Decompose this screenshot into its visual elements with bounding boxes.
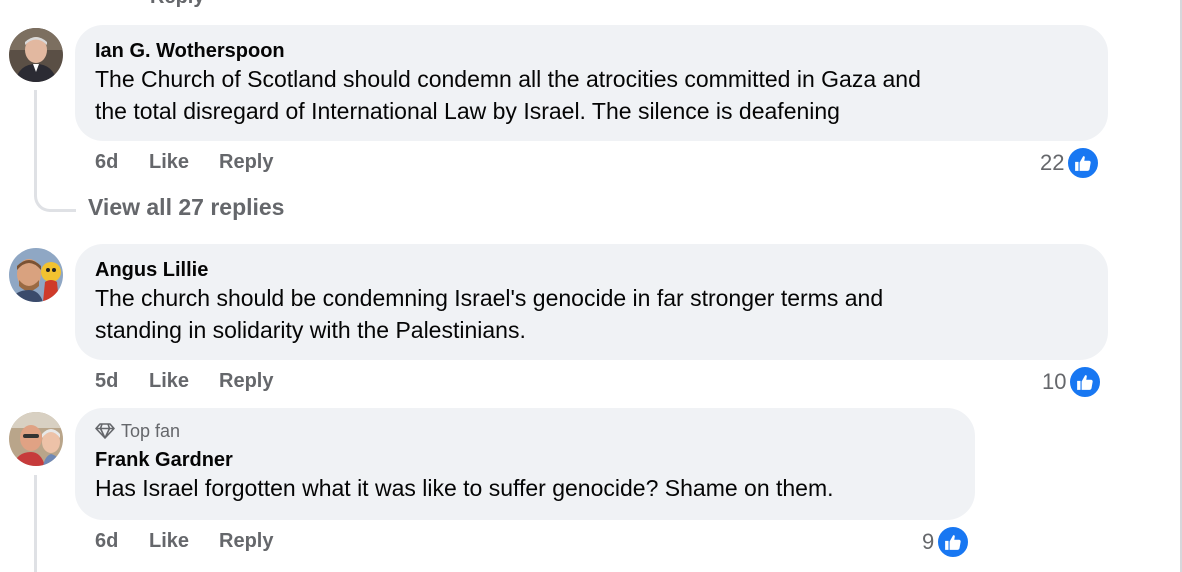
avatar-angus-lillie[interactable] (9, 248, 63, 302)
reaction-summary[interactable]: 10 (1042, 365, 1103, 399)
partial-reply-link[interactable]: Reply (150, 0, 204, 9)
comment-author[interactable]: Angus Lillie (95, 258, 1088, 282)
badge-label: Top fan (121, 421, 181, 441)
like-button[interactable]: Like (149, 530, 219, 553)
reply-button[interactable]: Reply (219, 530, 273, 553)
thread-line (34, 475, 37, 572)
reaction-count: 10 (1042, 369, 1067, 394)
diamond-icon (95, 423, 115, 439)
like-button[interactable]: Like (149, 370, 219, 393)
thread-connector (34, 190, 76, 212)
comment-bubble: Top fan Frank Gardner Has Israel forgott… (75, 408, 975, 520)
comment-timestamp[interactable]: 6d (95, 530, 149, 553)
comment-bubble: Angus Lillie The church should be condem… (75, 244, 1108, 360)
comment-text: The Church of Scotland should condemn al… (95, 66, 921, 124)
reply-button[interactable]: Reply (219, 151, 273, 174)
comment-actions: 6d Like Reply (95, 530, 273, 553)
reaction-summary[interactable]: 9 (922, 525, 971, 559)
avatar-ian-wotherspoon[interactable] (9, 28, 63, 82)
comment-text: Has Israel forgotten what it was like to… (95, 475, 834, 501)
thread-line (34, 90, 37, 190)
thumbs-up-icon (936, 525, 971, 559)
avatar-frank-gardner[interactable] (9, 412, 63, 466)
reaction-summary[interactable]: 22 (1040, 146, 1101, 180)
comment-actions: 5d Like Reply (95, 370, 273, 393)
comment-author[interactable]: Frank Gardner (95, 448, 955, 472)
top-fan-badge: Top fan (95, 420, 955, 442)
comment-timestamp[interactable]: 5d (95, 370, 149, 393)
comment-text: The church should be condemning Israel's… (95, 285, 884, 343)
comment-bubble: Ian G. Wotherspoon The Church of Scotlan… (75, 25, 1108, 141)
like-button[interactable]: Like (149, 151, 219, 174)
comment-actions: 6d Like Reply (95, 151, 273, 174)
reaction-count: 22 (1040, 150, 1065, 175)
reaction-count: 9 (922, 529, 935, 554)
reply-button[interactable]: Reply (219, 370, 273, 393)
thumbs-up-icon (1066, 146, 1101, 180)
view-all-replies-link[interactable]: View all 27 replies (88, 194, 284, 221)
comment-author[interactable]: Ian G. Wotherspoon (95, 39, 1088, 63)
thumbs-up-icon (1068, 365, 1103, 399)
comment-timestamp[interactable]: 6d (95, 151, 149, 174)
